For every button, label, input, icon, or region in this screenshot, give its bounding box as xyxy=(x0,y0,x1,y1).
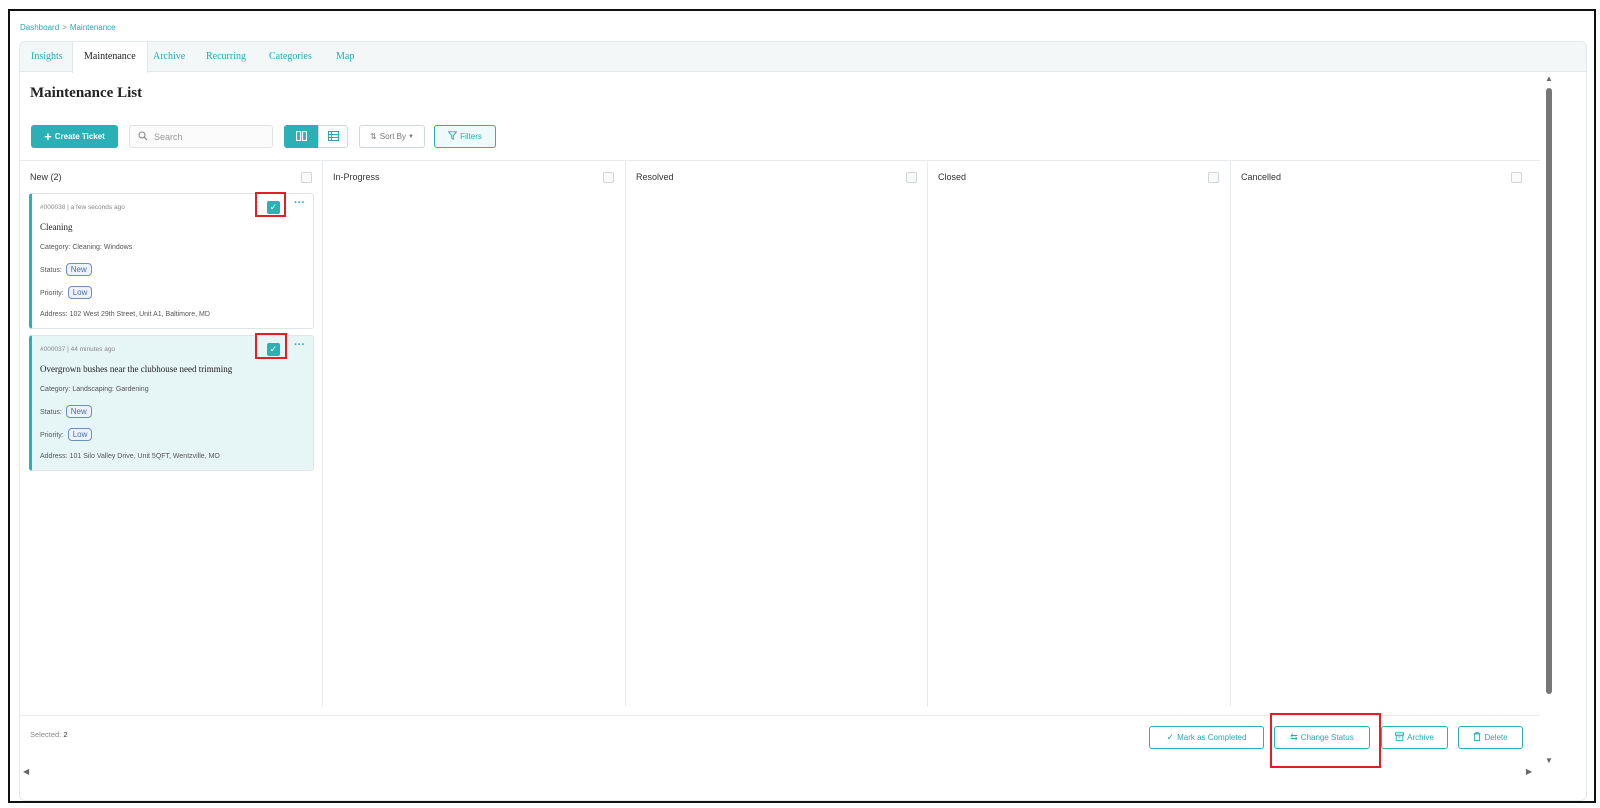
category-label: Category: xyxy=(40,244,71,251)
priority-label: Priority: xyxy=(40,290,64,297)
create-ticket-button[interactable]: + Create Ticket xyxy=(31,125,118,148)
filter-icon xyxy=(447,131,458,142)
tab-map[interactable]: Map xyxy=(325,42,365,72)
sort-by-label: Sort By xyxy=(379,132,406,141)
column-title: In-Progress xyxy=(333,172,380,182)
highlight-box xyxy=(255,192,286,217)
category-label: Category: xyxy=(40,386,71,393)
priority-label: Priority: xyxy=(40,432,64,439)
search-icon xyxy=(138,130,148,143)
breadcrumb: Dashboard > Maintenance xyxy=(20,23,116,32)
status-badge: New xyxy=(65,405,92,418)
trash-icon xyxy=(1473,732,1481,743)
priority-badge: Low xyxy=(67,428,93,441)
highlight-box xyxy=(255,333,287,359)
selected-label: Selected: xyxy=(30,730,62,739)
scroll-down-icon[interactable]: ▼ xyxy=(1545,756,1553,765)
status-label: Status: xyxy=(40,267,62,274)
status-label: Status: xyxy=(40,409,62,416)
scroll-up-icon[interactable]: ▲ xyxy=(1545,74,1553,83)
mark-as-completed-button[interactable]: ✓ Mark as Completed xyxy=(1149,726,1264,749)
search-box xyxy=(129,125,273,148)
tab-categories[interactable]: Categories xyxy=(258,42,323,72)
ticket-priority: Priority: Low xyxy=(40,428,93,441)
column-cancelled: Cancelled xyxy=(1231,161,1540,707)
kanban-board: New (2) #000038 | a few seconds ago Clea… xyxy=(20,160,1540,707)
column-select-checkbox[interactable] xyxy=(1208,172,1219,183)
archive-icon xyxy=(1395,732,1405,743)
board-view-icon xyxy=(295,130,307,143)
category-value: Landscaping: Gardening xyxy=(72,386,149,393)
ticket-meta: #000037 | 44 minutes ago xyxy=(40,346,116,353)
ticket-title[interactable]: Cleaning xyxy=(40,222,73,232)
create-ticket-label: Create Ticket xyxy=(54,132,105,141)
priority-badge: Low xyxy=(67,286,93,299)
column-in-progress: In-Progress xyxy=(323,161,626,707)
tab-maintenance[interactable]: Maintenance xyxy=(72,42,148,73)
board-view-button[interactable] xyxy=(284,125,318,148)
column-title: New (2) xyxy=(30,172,62,182)
screen-frame: Dashboard > Maintenance Insights Maintenan… xyxy=(8,9,1596,803)
vertical-scrollbar[interactable]: ▲ ▼ xyxy=(1544,72,1554,772)
bulk-action-footer: Selected: 2 ✓ Mark as Completed ⇆ Change… xyxy=(20,713,1540,775)
ticket-address: Address: 101 Silo Valley Drive, Unit 5QF… xyxy=(40,453,220,460)
tab-recurring[interactable]: Recurring xyxy=(195,42,257,72)
sort-icon: ⇅ xyxy=(370,132,377,141)
status-badge: New xyxy=(65,263,92,276)
ticket-priority: Priority: Low xyxy=(40,286,93,299)
address-value: 102 West 29th Street, Unit A1, Baltimore… xyxy=(69,311,210,318)
mark-as-completed-label: Mark as Completed xyxy=(1177,733,1247,742)
filters-button[interactable]: Filters xyxy=(434,125,496,148)
tab-insights[interactable]: Insights xyxy=(20,42,74,72)
more-icon[interactable]: ··· xyxy=(294,339,305,351)
tab-bar: Insights Maintenance Archive Recurring C… xyxy=(20,42,1586,73)
search-input[interactable] xyxy=(154,131,264,142)
column-resolved: Resolved xyxy=(626,161,928,707)
breadcrumb-dashboard-link[interactable]: Dashboard xyxy=(20,23,59,32)
archive-button[interactable]: Archive xyxy=(1381,726,1448,749)
highlight-box xyxy=(1270,713,1381,768)
delete-label: Delete xyxy=(1484,733,1508,742)
sort-by-dropdown[interactable]: ⇅ Sort By ▼ xyxy=(359,125,425,148)
ticket-address: Address: 102 West 29th Street, Unit A1, … xyxy=(40,311,210,318)
scroll-right-icon[interactable]: ▶ xyxy=(1526,767,1532,776)
column-closed: Closed xyxy=(928,161,1231,707)
more-icon[interactable]: ··· xyxy=(294,197,305,209)
delete-button[interactable]: Delete xyxy=(1458,726,1523,749)
ticket-title[interactable]: Overgrown bushes near the clubhouse need… xyxy=(40,364,232,374)
breadcrumb-current[interactable]: Maintenance xyxy=(70,23,116,32)
tab-archive[interactable]: Archive xyxy=(142,42,196,72)
ticket-meta: #000038 | a few seconds ago xyxy=(40,204,125,211)
column-title: Cancelled xyxy=(1241,172,1282,182)
address-label: Address: xyxy=(40,311,68,318)
column-new: New (2) #000038 | a few seconds ago Clea… xyxy=(20,161,323,707)
ticket-category: Category: Cleaning: Windows xyxy=(40,244,132,251)
column-title: Resolved xyxy=(636,172,674,182)
page-title: Maintenance List xyxy=(30,85,143,101)
scrollbar-thumb[interactable] xyxy=(1546,88,1552,694)
column-select-checkbox[interactable] xyxy=(906,172,917,183)
ticket-status: Status: New xyxy=(40,405,92,418)
maintenance-panel: Insights Maintenance Archive Recurring C… xyxy=(19,41,1587,801)
breadcrumb-separator: > xyxy=(62,23,67,32)
column-title: Closed xyxy=(938,172,967,182)
archive-label: Archive xyxy=(1407,733,1434,742)
address-value: 101 Silo Valley Drive, Unit 5QFT, Wentzv… xyxy=(69,453,220,460)
filters-label: Filters xyxy=(460,132,482,141)
check-icon: ✓ xyxy=(1166,732,1175,742)
scroll-left-icon[interactable]: ◀ xyxy=(23,767,29,776)
table-view-icon xyxy=(327,130,339,143)
ticket-status: Status: New xyxy=(40,263,92,276)
selected-count: Selected: 2 xyxy=(30,730,68,739)
caret-down-icon: ▼ xyxy=(407,133,414,140)
table-view-button[interactable] xyxy=(318,125,348,148)
selected-value: 2 xyxy=(63,730,68,739)
plus-icon: + xyxy=(44,129,52,144)
column-select-checkbox[interactable] xyxy=(301,172,312,183)
column-select-checkbox[interactable] xyxy=(1511,172,1522,183)
column-select-checkbox[interactable] xyxy=(603,172,614,183)
ticket-category: Category: Landscaping: Gardening xyxy=(40,386,149,393)
category-value: Cleaning: Windows xyxy=(72,244,133,251)
address-label: Address: xyxy=(40,453,68,460)
